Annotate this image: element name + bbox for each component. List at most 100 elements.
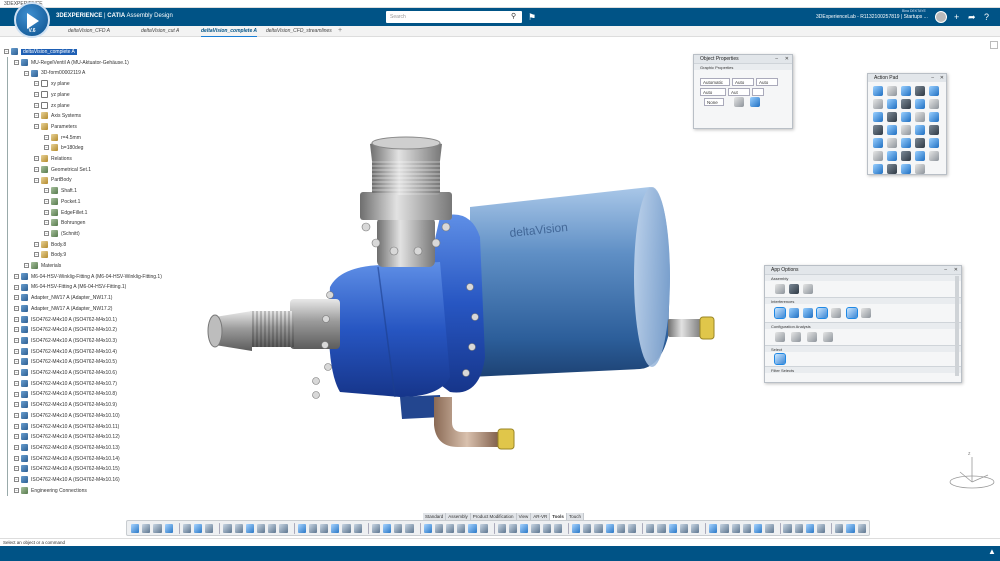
action-bar-command-icon[interactable] xyxy=(783,523,792,533)
layer-select[interactable]: None xyxy=(704,98,724,106)
configuration-tool-icon[interactable] xyxy=(823,332,833,342)
action-pad-tool-icon[interactable] xyxy=(901,112,911,122)
action-bar-command-icon[interactable] xyxy=(308,523,317,533)
action-bar-command-icon[interactable] xyxy=(268,523,277,533)
interference-tool-icon[interactable] xyxy=(803,308,813,318)
avatar[interactable] xyxy=(935,11,947,23)
action-bar-command-icon[interactable] xyxy=(468,523,477,533)
action-bar-command-icon[interactable] xyxy=(131,523,140,533)
search-icon[interactable]: ⚲ xyxy=(511,13,519,21)
section-filter-selects[interactable]: Filter Selects xyxy=(765,366,961,373)
interference-tool-icon[interactable] xyxy=(861,308,871,318)
action-bar-command-icon[interactable] xyxy=(479,523,488,533)
tab-deltavision-cut[interactable]: deltaVision_cut A xyxy=(141,27,179,36)
expand-icon[interactable]: ▲ xyxy=(988,547,996,556)
action-bar-command-icon[interactable] xyxy=(423,523,432,533)
command-tab-assembly[interactable]: Assembly xyxy=(446,513,471,520)
line-select[interactable]: Auto xyxy=(756,78,778,86)
action-pad-tool-icon[interactable] xyxy=(873,151,883,161)
action-pad-tool-icon[interactable] xyxy=(887,151,897,161)
action-bar-command-icon[interactable] xyxy=(531,523,540,533)
close-icon[interactable]: ✕ xyxy=(785,55,789,63)
help-icon[interactable]: ? xyxy=(984,11,989,23)
new-tab-button[interactable]: + xyxy=(338,27,342,34)
interference-tool-icon[interactable] xyxy=(816,307,828,319)
action-bar-command-icon[interactable] xyxy=(691,523,700,533)
command-tab-standard[interactable]: Standard xyxy=(423,513,447,520)
thickness-select[interactable]: Aut xyxy=(728,88,750,96)
search-input[interactable]: Search ⚲ xyxy=(386,11,522,23)
action-bar-command-icon[interactable] xyxy=(153,523,162,533)
action-bar-command-icon[interactable] xyxy=(572,523,581,533)
action-bar-command-icon[interactable] xyxy=(742,523,752,533)
section-configuration-analysis[interactable]: Configuration Analysis xyxy=(765,322,961,329)
action-bar-command-icon[interactable] xyxy=(383,523,392,533)
command-tab-view[interactable]: View xyxy=(516,513,532,520)
action-pad-tool-icon[interactable] xyxy=(915,86,925,96)
viewport-toggle[interactable] xyxy=(990,41,998,49)
action-pad-tool-icon[interactable] xyxy=(915,99,925,109)
action-bar-command-icon[interactable] xyxy=(405,523,414,533)
action-bar-command-icon[interactable] xyxy=(279,523,288,533)
action-bar-command-icon[interactable] xyxy=(628,523,637,533)
action-pad-tool-icon[interactable] xyxy=(873,112,883,122)
app-options-scrollbar[interactable] xyxy=(955,276,959,376)
action-bar-command-icon[interactable] xyxy=(194,523,203,533)
3d-viewport[interactable]: − deltaVision_complete A − MU-RegelVentil A… xyxy=(0,37,1000,543)
action-bar-command-icon[interactable] xyxy=(835,523,844,533)
add-icon[interactable]: + xyxy=(954,11,959,23)
action-pad-tool-icon[interactable] xyxy=(929,125,939,135)
action-bar-command-icon[interactable] xyxy=(668,523,677,533)
action-pad-tool-icon[interactable] xyxy=(915,151,925,161)
section-select[interactable]: Select xyxy=(765,345,961,352)
action-bar-command-icon[interactable] xyxy=(182,523,191,533)
action-pad-tool-icon[interactable] xyxy=(873,164,883,174)
action-bar-command-icon[interactable] xyxy=(857,523,866,533)
minimize-icon[interactable]: – xyxy=(775,55,778,63)
tag-icon[interactable]: ⚑ xyxy=(528,12,536,23)
action-bar-command-icon[interactable] xyxy=(434,523,443,533)
action-pad-tool-icon[interactable] xyxy=(873,138,883,148)
configuration-tool-icon[interactable] xyxy=(791,332,801,342)
action-bar-command-icon[interactable] xyxy=(342,523,351,533)
action-pad-tool-icon[interactable] xyxy=(929,112,939,122)
action-bar-command-icon[interactable] xyxy=(794,523,803,533)
action-pad-tool-icon[interactable] xyxy=(929,151,939,161)
interference-tool-icon[interactable] xyxy=(789,308,799,318)
action-bar-command-icon[interactable] xyxy=(446,523,455,533)
action-pad-tool-icon[interactable] xyxy=(901,138,911,148)
action-pad-tool-icon[interactable] xyxy=(887,86,897,96)
action-bar-command-icon[interactable] xyxy=(553,523,563,533)
action-bar-command-icon[interactable] xyxy=(754,523,763,533)
action-pad-tool-icon[interactable] xyxy=(901,86,911,96)
collab-space-label[interactable]: 3DExperienceLab - R1132100257819 | Start… xyxy=(816,14,928,20)
action-bar-command-icon[interactable] xyxy=(223,523,232,533)
apply-icon[interactable] xyxy=(734,97,744,107)
action-pad-tool-icon[interactable] xyxy=(887,99,897,109)
action-pad-tool-icon[interactable] xyxy=(915,164,925,174)
action-pad-tool-icon[interactable] xyxy=(915,138,925,148)
action-bar-command-icon[interactable] xyxy=(205,523,214,533)
action-bar-command-icon[interactable] xyxy=(817,523,826,533)
action-bar-command-icon[interactable] xyxy=(164,523,173,533)
action-bar-command-icon[interactable] xyxy=(709,523,718,533)
compass-button[interactable]: V.6 xyxy=(14,2,50,38)
assembly-tool-icon[interactable] xyxy=(803,284,813,294)
command-tab-ar-vr[interactable]: AR-VR xyxy=(531,513,551,520)
action-bar-command-icon[interactable] xyxy=(457,523,466,533)
action-pad-panel[interactable]: Action Pad – ✕ xyxy=(867,73,947,175)
assembly-tool-icon[interactable] xyxy=(789,284,799,294)
action-bar-command-icon[interactable] xyxy=(846,523,855,533)
tab-deltavision-cfd-streamlines[interactable]: deltaVision_CFD_streamlines xyxy=(266,27,332,36)
action-pad-tool-icon[interactable] xyxy=(873,99,883,109)
action-pad-tool-icon[interactable] xyxy=(915,112,925,122)
action-pad-tool-icon[interactable] xyxy=(901,164,911,174)
action-bar-command-icon[interactable] xyxy=(679,523,689,533)
action-pad-tool-icon[interactable] xyxy=(887,112,897,122)
action-bar-command-icon[interactable] xyxy=(605,523,614,533)
action-bar-command-icon[interactable] xyxy=(616,523,626,533)
action-pad-tool-icon[interactable] xyxy=(929,99,939,109)
action-pad-tool-icon[interactable] xyxy=(915,125,925,135)
action-bar-command-icon[interactable] xyxy=(142,523,151,533)
point-select[interactable] xyxy=(752,88,764,96)
